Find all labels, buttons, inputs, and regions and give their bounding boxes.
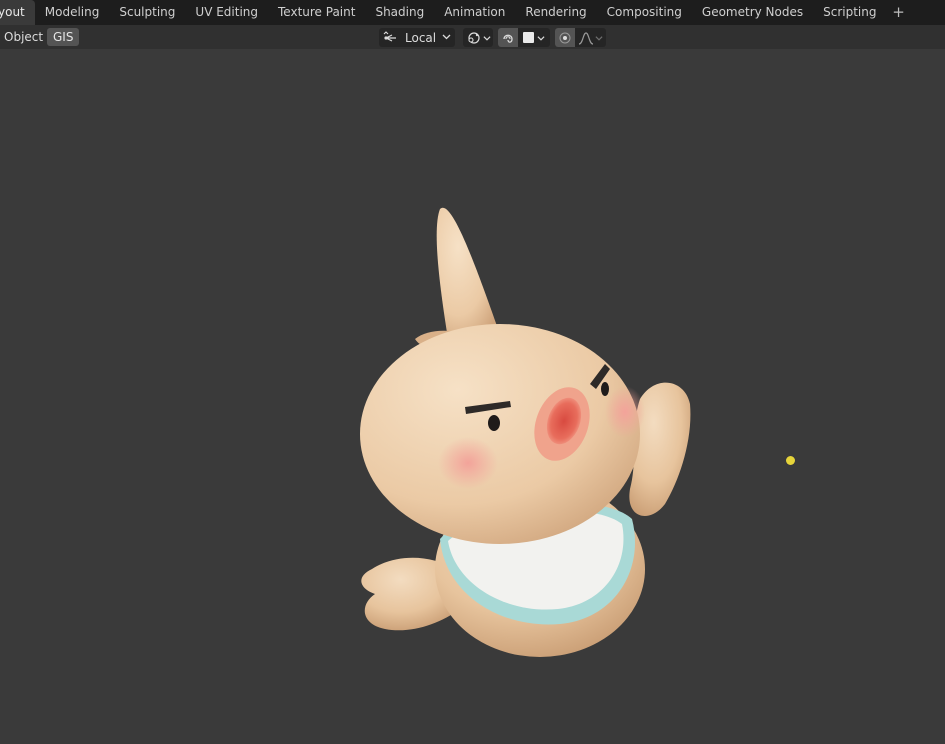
snapping-group <box>498 28 550 47</box>
transform-orientation-label: Local <box>405 30 437 45</box>
viewport-header: Object GIS Local <box>0 25 945 49</box>
chevron-down-icon <box>442 32 451 41</box>
mascot-3d-model[interactable] <box>340 199 700 669</box>
chevron-down-icon <box>537 34 545 42</box>
snap-target-dropdown[interactable] <box>518 32 550 43</box>
proportional-editing-icon <box>558 31 572 45</box>
tab-uv-editing[interactable]: UV Editing <box>185 0 268 25</box>
tab-modeling[interactable]: Modeling <box>35 0 110 25</box>
tab-compositing[interactable]: Compositing <box>597 0 692 25</box>
tab-texture-paint[interactable]: Texture Paint <box>268 0 365 25</box>
tab-sculpting[interactable]: Sculpting <box>109 0 185 25</box>
chevron-down-icon <box>595 34 603 42</box>
tab-rendering[interactable]: Rendering <box>515 0 596 25</box>
tab-scripting[interactable]: Scripting <box>813 0 886 25</box>
add-workspace-button[interactable]: + <box>887 0 911 25</box>
tab-shading[interactable]: Shading <box>365 0 434 25</box>
gis-menu[interactable]: GIS <box>47 28 80 46</box>
pivot-point-icon <box>466 31 482 45</box>
tab-animation[interactable]: Animation <box>434 0 515 25</box>
chevron-down-icon <box>482 34 491 42</box>
workspace-tab-bar: yout Modeling Sculpting UV Editing Textu… <box>0 0 945 25</box>
object-menu[interactable]: Object <box>4 28 43 46</box>
3d-viewport[interactable] <box>0 49 945 744</box>
proportional-editing-group <box>555 28 606 47</box>
proportional-editing-toggle[interactable] <box>555 28 575 47</box>
falloff-curve-icon <box>578 31 594 45</box>
tab-geometry-nodes[interactable]: Geometry Nodes <box>692 0 813 25</box>
snap-increment-icon <box>523 32 534 43</box>
falloff-dropdown[interactable] <box>575 31 606 45</box>
tab-layout[interactable]: yout <box>0 0 35 25</box>
snap-magnet-icon <box>501 31 515 45</box>
snap-toggle[interactable] <box>498 28 518 47</box>
pivot-point-dropdown[interactable] <box>463 28 493 47</box>
transform-orientation-icon <box>383 30 399 45</box>
transform-orientation-dropdown[interactable]: Local <box>379 28 455 47</box>
light-object-marker[interactable] <box>786 456 795 465</box>
